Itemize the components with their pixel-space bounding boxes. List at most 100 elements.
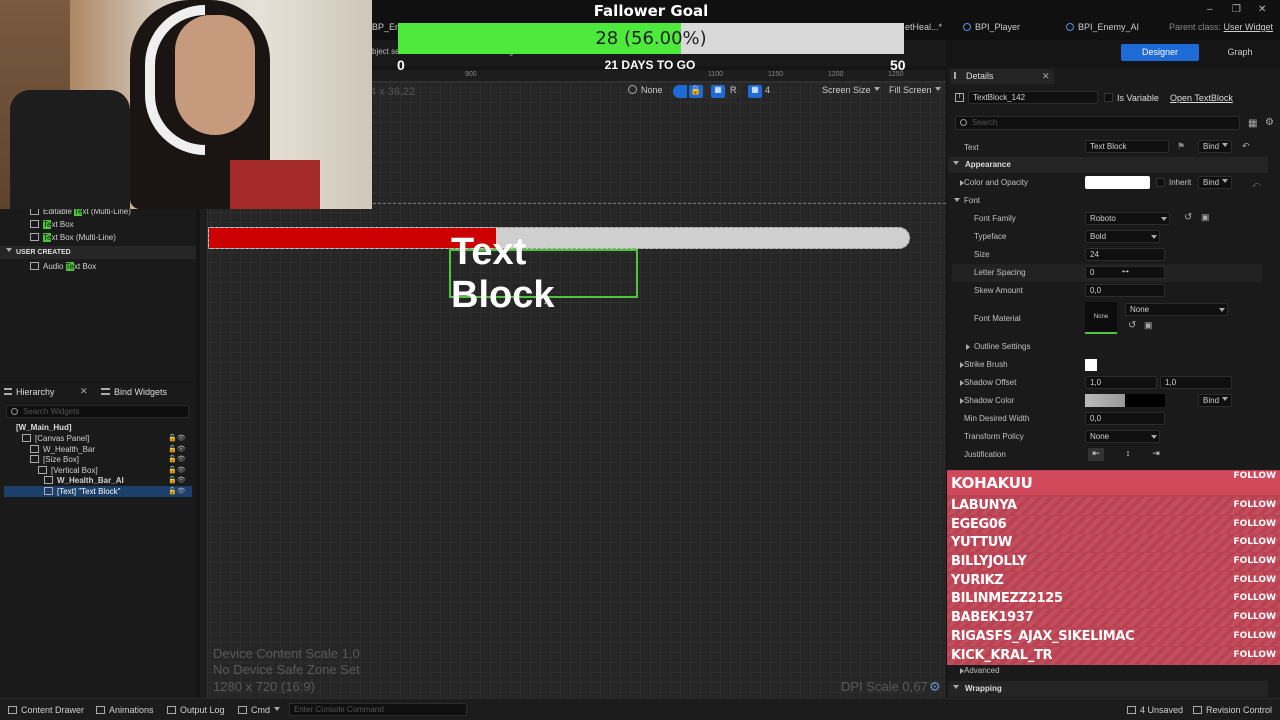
prop-min-desired-width: Min Desired Width 0,0 bbox=[952, 410, 1262, 428]
justify-left-button[interactable]: ⇤ bbox=[1088, 448, 1104, 461]
color-swatch[interactable] bbox=[1085, 176, 1150, 189]
folder-icon[interactable]: ▣ bbox=[1144, 320, 1153, 331]
cmd-dropdown[interactable]: Cmd bbox=[238, 705, 281, 715]
widget-name-field[interactable]: TextBlock_142 bbox=[968, 91, 1098, 104]
prop-outline-settings[interactable]: Outline Settings bbox=[952, 338, 1262, 356]
minimize-icon[interactable]: – bbox=[1207, 4, 1213, 15]
settings-gear-icon[interactable]: ⚙ bbox=[1265, 117, 1274, 128]
goal-progress-text: 28 (56.00%) bbox=[595, 28, 707, 49]
min-desired-width-field[interactable]: 0,0 bbox=[1085, 412, 1165, 425]
shadow-offset-y[interactable]: 1,0 bbox=[1160, 376, 1232, 389]
follower-row: KOHAKUU FOLLOW bbox=[947, 471, 1280, 495]
close-hierarchy-icon[interactable]: ✕ bbox=[80, 386, 88, 397]
table-view-icon[interactable]: ▦ bbox=[1248, 118, 1257, 129]
chevron-down-icon bbox=[1222, 143, 1229, 147]
reset-icon[interactable]: ↶ bbox=[1242, 141, 1250, 152]
transform-toggle[interactable] bbox=[673, 85, 687, 98]
content-drawer-button[interactable]: Content Drawer bbox=[8, 705, 84, 715]
gear-icon[interactable]: ⚙ bbox=[929, 679, 941, 695]
tab-details[interactable]: Details ✕ bbox=[950, 69, 1054, 84]
text-block-widget[interactable]: Text Block bbox=[449, 231, 638, 316]
text-value-field[interactable]: Text Block bbox=[1085, 140, 1169, 153]
tab-health[interactable]: etHeal...* bbox=[905, 22, 942, 36]
anchor-down-icon[interactable]: ↓ bbox=[543, 296, 548, 306]
console-input[interactable]: Enter Console Command bbox=[289, 703, 467, 716]
shadow-color-swatch[interactable] bbox=[1085, 394, 1165, 407]
follower-row: LABUNYA FOLLOW bbox=[947, 497, 1280, 515]
size-field[interactable]: 24 bbox=[1085, 248, 1165, 261]
tree-node-main-hud[interactable]: [W_Main_Hud] bbox=[16, 423, 72, 432]
font-family-dropdown[interactable]: Roboto bbox=[1085, 212, 1170, 225]
webcam-chair bbox=[10, 90, 130, 209]
prop-skew-amount: Skew Amount 0,0 bbox=[952, 282, 1262, 300]
preview-icon[interactable]: ▦ bbox=[711, 85, 725, 98]
view-mode-button[interactable]: None bbox=[628, 85, 663, 99]
tab-bpi-player[interactable]: BPI_Player bbox=[963, 22, 1020, 36]
font-material-dropdown[interactable]: None bbox=[1125, 303, 1228, 316]
output-log-button[interactable]: Output Log bbox=[167, 705, 225, 715]
inherit-checkbox[interactable] bbox=[1156, 178, 1165, 187]
palette-item-text-box-multiline[interactable]: Text Box (Multi-Line) bbox=[30, 233, 116, 242]
parent-class-link[interactable]: User Widget bbox=[1224, 22, 1274, 32]
follower-row: YURIKZ FOLLOW bbox=[947, 572, 1280, 590]
respect-locks-button[interactable]: R bbox=[730, 85, 737, 99]
flag-icon[interactable]: ⚑ bbox=[1177, 141, 1185, 152]
typeface-dropdown[interactable]: Bold bbox=[1085, 230, 1160, 243]
skew-field[interactable]: 0,0 bbox=[1085, 284, 1165, 297]
tab-bpi-enemy[interactable]: BPI_Enemy_AI bbox=[1066, 22, 1139, 36]
prop-font-header[interactable]: Font bbox=[952, 192, 1262, 210]
save-icon bbox=[1127, 706, 1136, 714]
parent-class: Parent class: User Widget bbox=[1169, 22, 1274, 32]
open-textblock-link[interactable]: Open TextBlock bbox=[1170, 93, 1233, 103]
tree-visibility-icons: 🔓👁 🔓👁 🔓👁 🔓👁 🔓👁 🔓👁 bbox=[168, 435, 186, 495]
grid-snap-icon[interactable]: ▦ bbox=[748, 85, 762, 98]
prop-justification: Justification ⇤ ↕ ⇥ bbox=[952, 446, 1262, 464]
justify-center-button[interactable]: ↕ bbox=[1120, 448, 1136, 461]
palette-item-text-box[interactable]: Text Box bbox=[30, 220, 74, 229]
panel-icon bbox=[38, 466, 47, 474]
widget-search-input[interactable]: Search Widgets bbox=[6, 405, 189, 418]
animations-button[interactable]: Animations bbox=[96, 705, 154, 715]
palette-item-audio-text-box[interactable]: Audio Text Box bbox=[30, 262, 96, 271]
close-icon[interactable]: ✕ bbox=[1258, 4, 1266, 15]
tab-hierarchy[interactable]: Hierarchy bbox=[4, 387, 55, 397]
shadow-bind-dropdown[interactable]: Bind bbox=[1198, 394, 1232, 407]
section-wrapping[interactable]: Wrapping bbox=[948, 681, 1268, 697]
fill-screen-dropdown[interactable]: Fill Screen bbox=[889, 85, 947, 99]
globe-icon bbox=[628, 85, 637, 94]
search-icon bbox=[11, 408, 18, 415]
section-appearance[interactable]: Appearance bbox=[948, 157, 1268, 173]
revision-control-button[interactable]: Revision Control bbox=[1193, 705, 1272, 715]
tree-node-health-bar-ai[interactable]: W_Health_Bar_AI bbox=[44, 476, 124, 485]
designer-button[interactable]: Designer bbox=[1121, 44, 1199, 61]
is-variable-checkbox[interactable] bbox=[1104, 93, 1113, 102]
font-material-thumbnail[interactable]: None bbox=[1085, 302, 1117, 334]
tree-node-text-block[interactable]: [Text] "Text Block" bbox=[44, 487, 120, 496]
user-created-header[interactable]: USER CREATED bbox=[0, 246, 196, 259]
transform-policy-dropdown[interactable]: None bbox=[1085, 430, 1160, 443]
browse-icon[interactable]: ↺ bbox=[1184, 212, 1192, 223]
tree-node-canvas-panel[interactable]: [Canvas Panel] bbox=[22, 434, 89, 443]
tree-node-health-bar[interactable]: W_Health_Bar bbox=[30, 445, 95, 454]
graph-button[interactable]: Graph bbox=[1205, 44, 1275, 61]
tree-node-vertical-box[interactable]: [Vertical Box] bbox=[38, 466, 98, 475]
lock-icon[interactable]: 🔒 bbox=[689, 85, 703, 98]
justify-right-button[interactable]: ⇥ bbox=[1148, 448, 1164, 461]
prop-typeface: Typeface Bold bbox=[952, 228, 1262, 246]
color-bind-dropdown[interactable]: Bind bbox=[1198, 176, 1232, 189]
strike-brush-swatch[interactable] bbox=[1085, 359, 1097, 371]
tree-node-size-box[interactable]: [Size Box] bbox=[30, 455, 79, 464]
shadow-offset-x[interactable]: 1,0 bbox=[1085, 376, 1157, 389]
chevron-down-icon bbox=[1222, 397, 1229, 401]
tab-bind-widgets[interactable]: Bind Widgets bbox=[101, 387, 167, 397]
unsaved-button[interactable]: 4 Unsaved bbox=[1127, 705, 1183, 715]
screen-size-dropdown[interactable]: Screen Size bbox=[822, 85, 886, 99]
search-icon bbox=[960, 119, 967, 126]
grid-snap-value[interactable]: 4 bbox=[765, 85, 770, 99]
close-icon[interactable]: ✕ bbox=[1042, 71, 1050, 82]
folder-icon[interactable]: ▣ bbox=[1201, 212, 1210, 223]
details-search-input[interactable]: Search bbox=[955, 116, 1240, 130]
maximize-icon[interactable]: ❐ bbox=[1232, 4, 1241, 15]
text-bind-dropdown[interactable]: Bind bbox=[1198, 140, 1232, 153]
browse-icon[interactable]: ↺ bbox=[1128, 320, 1136, 331]
